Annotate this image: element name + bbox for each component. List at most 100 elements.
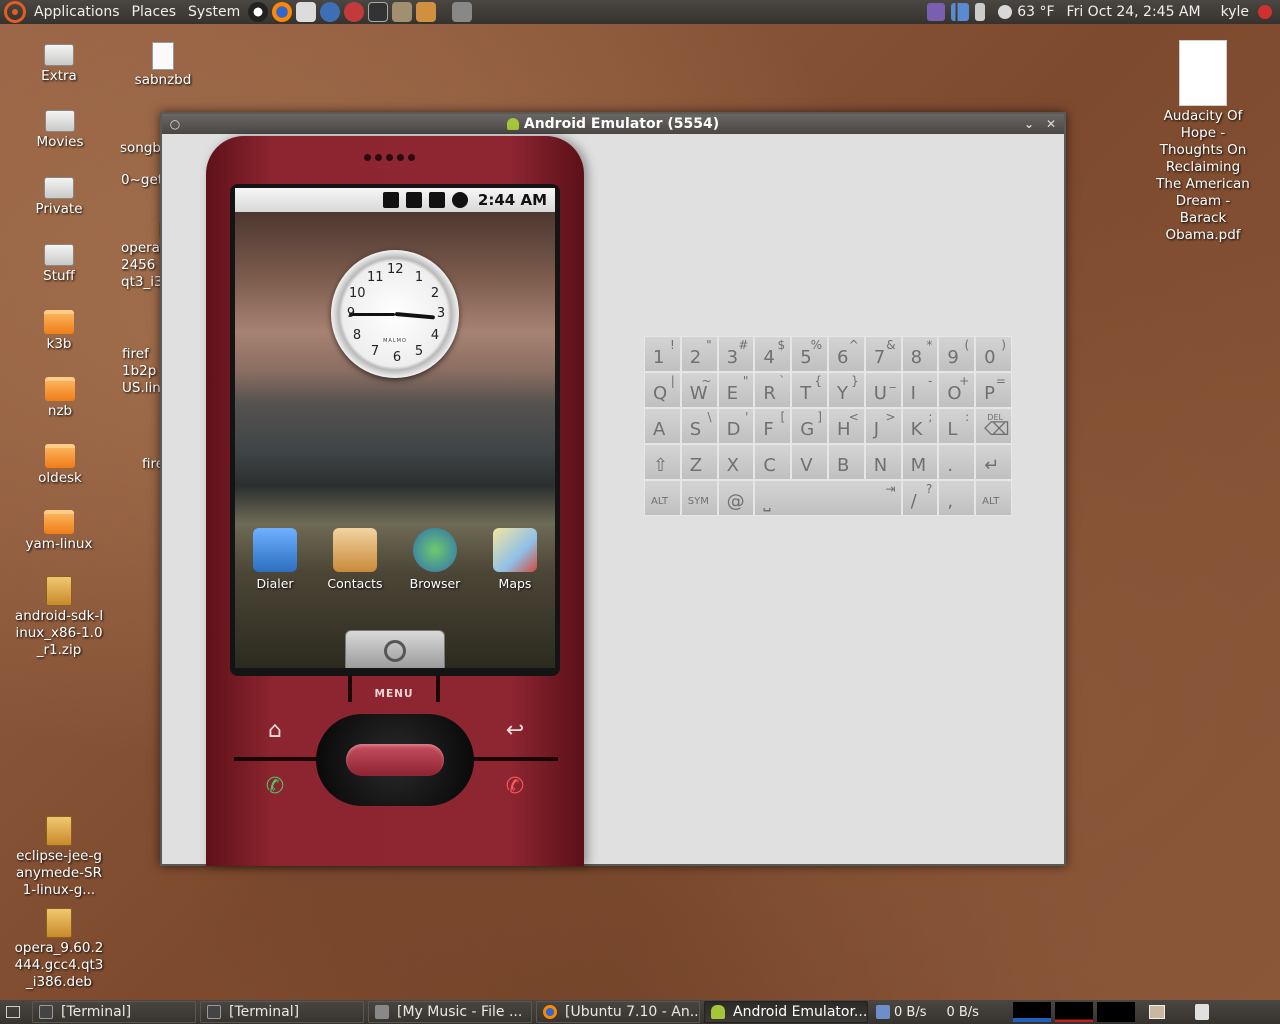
user-name[interactable]: kyle <box>1207 0 1255 24</box>
key[interactable]: B <box>827 444 865 480</box>
key[interactable]: ⇧ <box>644 444 681 480</box>
key[interactable]: L: <box>938 408 976 444</box>
desktop-icon-opera[interactable]: opera 2456 qt3_i3 <box>110 222 160 298</box>
taskbar-item-android-emulator[interactable]: Android Emulator... <box>704 1001 868 1023</box>
desktop-icon-k3b[interactable]: k3b <box>9 310 109 353</box>
window-titlebar[interactable]: ○ Android Emulator (5554) ⌄ ✕ <box>162 114 1064 134</box>
desktop-icon-movies[interactable]: Movies <box>10 110 110 151</box>
key[interactable]: G] <box>791 408 828 444</box>
trackball[interactable] <box>346 744 444 776</box>
key[interactable]: T{ <box>791 372 828 408</box>
key[interactable]: 7 & <box>864 336 902 372</box>
key[interactable]: D ' <box>717 408 755 444</box>
firefox-launcher-icon[interactable] <box>272 2 293 22</box>
call-button-icon[interactable]: ✆ <box>258 770 292 804</box>
key[interactable]: H < <box>827 408 865 444</box>
datetime[interactable]: Fri Oct 24, 2:45 AM <box>1061 0 1207 24</box>
key[interactable]: N <box>864 444 902 480</box>
key[interactable]: Y} <box>827 372 865 408</box>
opera-launcher-icon[interactable] <box>344 2 365 22</box>
android-statusbar[interactable]: 2:44 AM <box>235 188 555 212</box>
key[interactable]: P = <box>975 372 1012 408</box>
desktop-icon-private[interactable]: Private <box>9 177 109 218</box>
minimize-icon[interactable]: ⌄ <box>1020 115 1038 133</box>
key[interactable]: , <box>938 480 976 516</box>
terminal-launcher-icon[interactable] <box>368 2 389 22</box>
key[interactable]: 1! <box>644 336 681 372</box>
menu-places[interactable]: Places <box>126 0 183 24</box>
key[interactable]: Z <box>680 444 718 480</box>
key[interactable]: W ~ <box>680 372 718 408</box>
desktop-icon-extra[interactable]: Extra <box>9 44 109 85</box>
desktop-icon-sabnzbd[interactable]: sabnzbd <box>113 42 213 89</box>
desktop-icon-stuff[interactable]: Stuff <box>9 244 109 285</box>
network-monitor-icon[interactable] <box>876 1005 890 1019</box>
key[interactable]: C <box>754 444 792 480</box>
menu-button[interactable]: MENU <box>364 688 424 700</box>
signal-icon[interactable] <box>951 3 970 21</box>
key[interactable]: 9( <box>938 336 976 372</box>
desktop-icon-eclipse[interactable]: eclipse-jee-ganymede-SR1-linux-g... <box>14 816 104 899</box>
app-dialer[interactable]: Dialer <box>239 528 311 591</box>
workspace-switcher-icon[interactable] <box>1148 1005 1165 1019</box>
mail-launcher-icon[interactable] <box>296 2 317 22</box>
help-launcher-icon[interactable] <box>320 2 341 22</box>
app-drawer-handle[interactable] <box>345 630 445 668</box>
volume-icon[interactable] <box>975 3 986 21</box>
network-manager-icon[interactable] <box>927 3 946 21</box>
key[interactable]: X <box>717 444 755 480</box>
show-desktop-icon[interactable] <box>6 1006 20 1018</box>
key[interactable]: Q | <box>644 372 681 408</box>
key[interactable]: ALT <box>644 480 681 516</box>
key[interactable]: 2 " <box>680 336 718 372</box>
window-menu-icon[interactable]: ○ <box>166 115 184 133</box>
close-icon[interactable]: ✕ <box>1042 115 1060 133</box>
key[interactable]: U _ <box>864 372 902 408</box>
key[interactable]: ⌫ DEL <box>975 408 1012 444</box>
key[interactable]: 4 $ <box>754 336 792 372</box>
weather-temperature[interactable]: 63 °F <box>1015 0 1060 24</box>
desktop-icon-audacity-of-hope-pdf[interactable]: Audacity Of Hope - Thoughts On Reclaimin… <box>1152 40 1254 244</box>
android-emulator-window[interactable]: ○ Android Emulator (5554) ⌄ ✕ 2:44 AM 12… <box>160 112 1066 866</box>
key[interactable]: @ <box>717 480 755 516</box>
key[interactable]: 5% <box>791 336 828 372</box>
app-browser[interactable]: Browser <box>399 528 471 591</box>
trash-icon[interactable] <box>1194 1004 1209 1020</box>
key[interactable]: J > <box>864 408 902 444</box>
key[interactable]: F[ <box>754 408 792 444</box>
memory-graph[interactable] <box>1054 1002 1093 1022</box>
home-button-icon[interactable]: ⌂ <box>258 714 292 748</box>
android-screen[interactable]: 2:44 AM 12 1 2 3 4 5 6 7 8 9 10 11 MALMO <box>235 188 555 668</box>
key[interactable]: R ` <box>754 372 792 408</box>
taskbar-item-terminal-2[interactable]: [Terminal] <box>200 1001 364 1023</box>
menu-applications[interactable]: Applications <box>28 0 126 24</box>
desktop-icon-android-sdk[interactable]: android-sdk-linux_x86-1.0_r1.zip <box>14 576 104 659</box>
key[interactable]: ↵ <box>975 444 1012 480</box>
desktop-icon-oldesk[interactable]: oldesk <box>10 444 110 487</box>
net-graph[interactable] <box>1096 1002 1135 1022</box>
key[interactable]: M <box>901 444 939 480</box>
key[interactable]: 0) <box>975 336 1012 372</box>
power-icon[interactable] <box>1258 5 1272 19</box>
key[interactable]: A <box>644 408 681 444</box>
analog-clock-widget[interactable]: 12 1 2 3 4 5 6 7 8 9 10 11 MALMO <box>331 250 459 378</box>
key[interactable]: K; <box>901 408 939 444</box>
desktop-icon-fire[interactable]: fire <box>110 430 160 476</box>
clock-launcher-icon[interactable] <box>248 2 269 22</box>
desktop-icon-songb[interactable]: songb <box>110 114 160 157</box>
key[interactable]: 6 ^ <box>827 336 865 372</box>
taskbar-item-firefox[interactable]: [Ubuntu 7.10 - An... <box>536 1001 700 1023</box>
app-contacts[interactable]: Contacts <box>319 528 391 591</box>
back-button-icon[interactable]: ↩ <box>498 714 532 748</box>
menu-system[interactable]: System <box>182 0 246 24</box>
desktop-icon-get[interactable]: 0~get <box>110 172 160 189</box>
taskbar-item-file-browser[interactable]: [My Music - File ... <box>368 1001 532 1023</box>
key[interactable]: ⎵ ⇥ <box>754 480 902 516</box>
key[interactable]: /? <box>901 480 939 516</box>
key[interactable]: I- <box>901 372 939 408</box>
key[interactable]: 8 * <box>901 336 939 372</box>
key[interactable]: SYM <box>680 480 718 516</box>
key[interactable]: 3 # <box>717 336 755 372</box>
cpu-graph[interactable] <box>1012 1002 1051 1022</box>
key[interactable]: E " <box>717 372 755 408</box>
